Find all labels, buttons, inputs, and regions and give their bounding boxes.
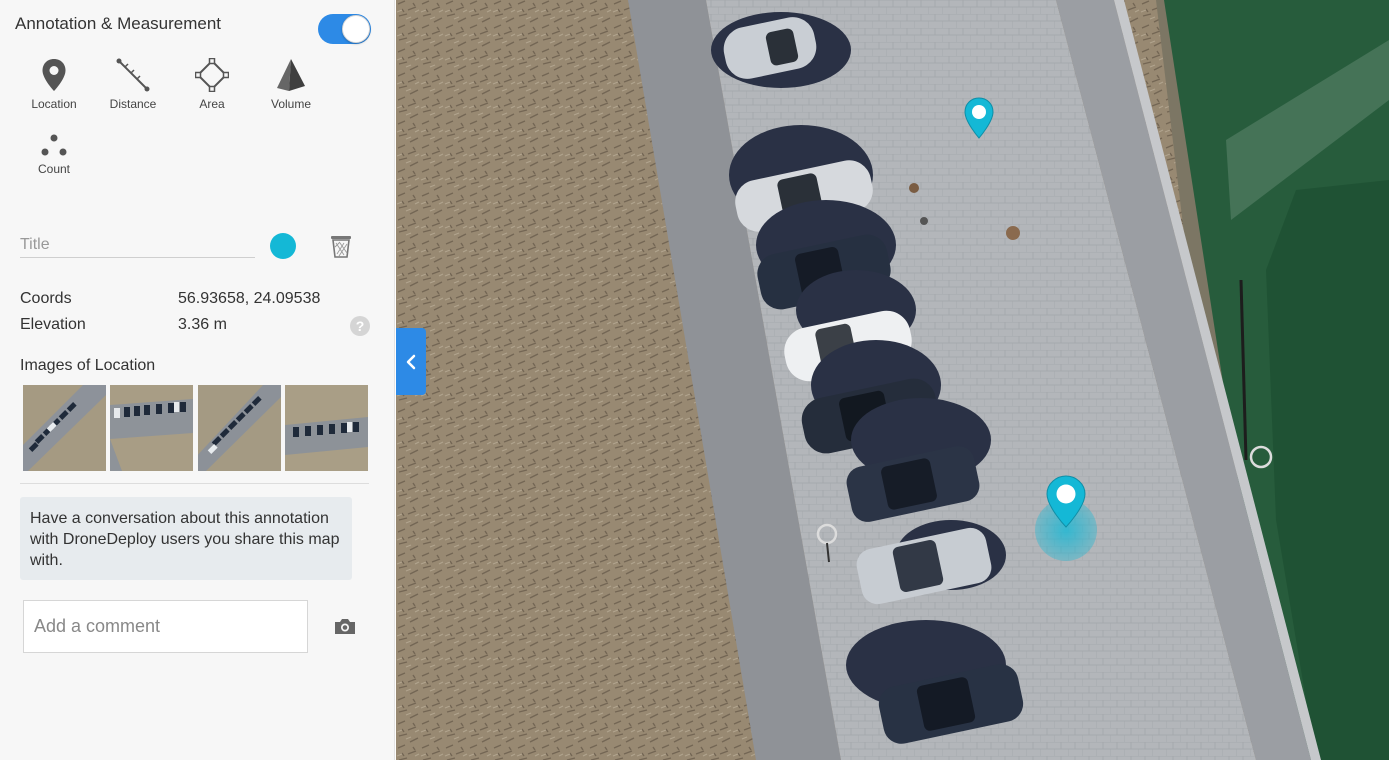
elevation-label: Elevation — [20, 316, 86, 333]
collapse-panel-button[interactable] — [396, 328, 426, 395]
pyramid-volume-icon — [277, 59, 305, 91]
coords-label: Coords — [20, 290, 72, 307]
tool-label-count: Count — [37, 162, 71, 176]
title-input[interactable] — [20, 232, 255, 258]
tool-label-area: Area — [199, 97, 225, 111]
tool-label-volume: Volume — [270, 97, 312, 111]
dots-count-icon — [41, 134, 67, 156]
coords-value: 56.93658, 24.09538 — [178, 290, 321, 307]
tool-count[interactable]: Count — [14, 133, 94, 176]
location-image-3[interactable] — [198, 385, 281, 471]
trash-icon[interactable] — [330, 234, 352, 258]
comment-input[interactable] — [23, 600, 308, 653]
map-view[interactable] — [396, 0, 1389, 760]
annotation-toggle[interactable] — [318, 14, 371, 44]
conversation-info: Have a conversation about this annotatio… — [20, 497, 352, 580]
location-image-2[interactable] — [110, 385, 193, 471]
annotation-panel: Annotation & Measurement Location Distan… — [0, 0, 395, 760]
panel-title: Annotation & Measurement — [15, 14, 222, 33]
elevation-value: 3.36 m — [178, 316, 227, 333]
location-image-4[interactable] — [285, 385, 368, 471]
location-pin-icon — [42, 59, 66, 91]
color-picker[interactable] — [270, 233, 296, 259]
ruler-line-icon — [116, 58, 150, 92]
aerial-map-image — [396, 0, 1389, 760]
polygon-area-icon — [195, 58, 229, 92]
tool-area[interactable]: Area — [172, 58, 252, 111]
chevron-left-icon — [406, 354, 416, 370]
help-icon[interactable]: ? — [350, 316, 370, 336]
tool-volume[interactable]: Volume — [251, 58, 331, 111]
tool-location[interactable]: Location — [14, 58, 94, 111]
tool-label-distance: Distance — [109, 97, 157, 111]
toggle-knob — [342, 15, 370, 43]
divider — [20, 483, 369, 484]
tool-label-location: Location — [31, 97, 77, 111]
location-image-1[interactable] — [23, 385, 106, 471]
images-title: Images of Location — [20, 357, 156, 374]
camera-icon[interactable] — [334, 617, 356, 635]
tool-distance[interactable]: Distance — [93, 58, 173, 111]
